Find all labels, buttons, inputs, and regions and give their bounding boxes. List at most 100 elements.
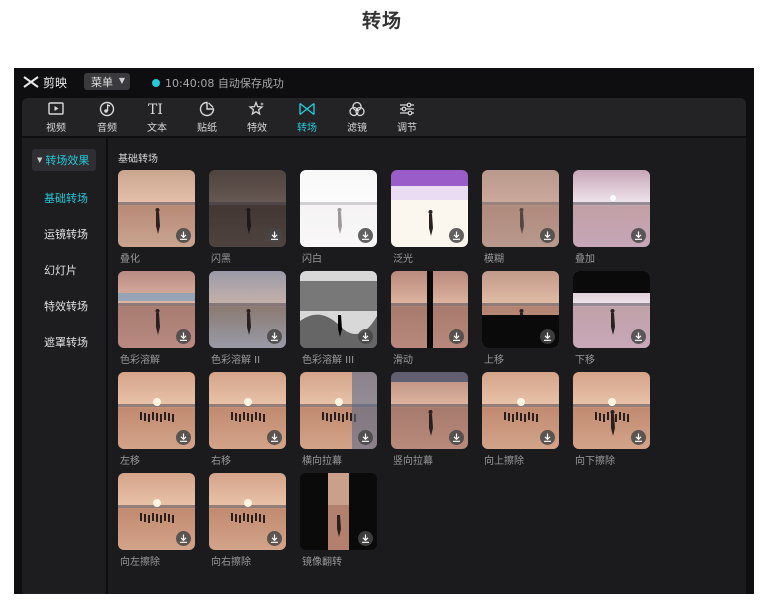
transition-card[interactable]: 下移 — [573, 271, 650, 366]
transition-card[interactable]: 色彩溶解 III — [300, 271, 377, 366]
tool-video[interactable]: 视频 — [38, 100, 74, 134]
transition-card[interactable]: 闪白 — [300, 170, 377, 265]
transition-thumbnail[interactable] — [391, 372, 468, 449]
transition-card[interactable]: 向下擦除 — [573, 372, 650, 467]
download-button[interactable] — [267, 430, 282, 445]
transition-thumbnail[interactable] — [482, 372, 559, 449]
transition-label: 色彩溶解 II — [211, 355, 261, 366]
download-icon — [362, 332, 369, 341]
transition-thumbnail[interactable] — [573, 372, 650, 449]
transition-thumbnail[interactable] — [118, 473, 195, 550]
tool-text[interactable]: TI 文本 — [139, 100, 175, 134]
transition-card[interactable]: 叠加 — [573, 170, 650, 265]
transition-card[interactable]: 滑动 — [391, 271, 468, 366]
sidebar-header-transition-effects[interactable]: ▼ 转场效果 — [32, 149, 96, 171]
transition-card[interactable]: 色彩溶解 — [118, 271, 195, 366]
transition-card[interactable]: 镜像翻转 — [300, 473, 377, 568]
transition-grid-panel: 基础转场 叠化 闪黑 闪白 泛光 模糊 叠加 色彩溶解 色彩溶解 II 色彩溶解 III 滑动 上移… — [108, 138, 746, 594]
download-button[interactable] — [540, 329, 555, 344]
download-button[interactable] — [358, 430, 373, 445]
download-icon — [544, 433, 551, 442]
download-button[interactable] — [449, 329, 464, 344]
transition-card[interactable]: 闪黑 — [209, 170, 286, 265]
transition-thumbnail[interactable] — [118, 372, 195, 449]
tool-transition[interactable]: 转场 — [289, 100, 325, 134]
transition-label: 模糊 — [484, 254, 504, 265]
transition-thumbnail[interactable] — [118, 271, 195, 348]
menu-label: 菜单 — [91, 75, 113, 89]
transition-card[interactable]: 色彩溶解 II — [209, 271, 286, 366]
download-button[interactable] — [449, 430, 464, 445]
tool-adjust[interactable]: 调节 — [389, 100, 425, 134]
sidebar-item-effects[interactable]: 特效转场 — [44, 298, 108, 314]
transition-card[interactable]: 向左擦除 — [118, 473, 195, 568]
transition-card[interactable]: 上移 — [482, 271, 559, 366]
transition-thumbnail[interactable] — [118, 170, 195, 247]
transition-card[interactable]: 向上擦除 — [482, 372, 559, 467]
transition-label: 向上擦除 — [484, 456, 524, 467]
download-button[interactable] — [540, 430, 555, 445]
text-icon: TI — [148, 102, 163, 117]
transition-card[interactable]: 横向拉幕 — [300, 372, 377, 467]
download-button[interactable] — [631, 329, 646, 344]
transition-thumbnail[interactable] — [482, 170, 559, 247]
sidebar-item-mask[interactable]: 遮罩转场 — [44, 334, 108, 350]
save-status-text: 10:40:08 自动保存成功 — [165, 77, 284, 90]
transition-thumbnail[interactable] — [573, 271, 650, 348]
download-button[interactable] — [631, 430, 646, 445]
sidebar-item-camera[interactable]: 运镜转场 — [44, 226, 108, 242]
transition-thumbnail[interactable] — [209, 473, 286, 550]
download-button[interactable] — [267, 329, 282, 344]
transition-thumbnail[interactable] — [573, 170, 650, 247]
audio-icon — [99, 101, 115, 117]
download-button[interactable] — [176, 329, 191, 344]
download-button[interactable] — [540, 228, 555, 243]
transition-thumbnail[interactable] — [209, 271, 286, 348]
transition-card[interactable]: 左移 — [118, 372, 195, 467]
transition-thumbnail[interactable] — [300, 271, 377, 348]
download-button[interactable] — [267, 531, 282, 546]
download-button[interactable] — [176, 228, 191, 243]
tool-effects[interactable]: 特效 — [239, 100, 275, 134]
download-icon — [544, 332, 551, 341]
download-icon — [180, 534, 187, 543]
download-button[interactable] — [176, 430, 191, 445]
download-button[interactable] — [176, 531, 191, 546]
sidebar-item-basic[interactable]: 基础转场 — [44, 190, 108, 206]
tool-filter[interactable]: 滤镜 — [339, 100, 375, 134]
category-sidebar: ▼ 转场效果 基础转场 运镜转场 幻灯片 特效转场 遮罩转场 — [22, 138, 106, 594]
download-button[interactable] — [358, 329, 373, 344]
download-icon — [180, 231, 187, 240]
download-button[interactable] — [267, 228, 282, 243]
download-button[interactable] — [631, 228, 646, 243]
transition-card[interactable]: 竖向拉幕 — [391, 372, 468, 467]
transition-thumbnail[interactable] — [391, 271, 468, 348]
transition-card[interactable]: 叠化 — [118, 170, 195, 265]
sidebar-item-slideshow[interactable]: 幻灯片 — [44, 262, 108, 278]
download-icon — [635, 433, 642, 442]
transition-thumbnail[interactable] — [482, 271, 559, 348]
download-button[interactable] — [358, 531, 373, 546]
transition-label: 左移 — [120, 456, 140, 467]
menu-button[interactable]: 菜单 ▼ — [84, 73, 130, 90]
tool-sticker[interactable]: 贴纸 — [189, 100, 225, 134]
download-icon — [271, 231, 278, 240]
transition-thumbnail[interactable] — [300, 372, 377, 449]
effects-icon — [248, 101, 265, 116]
transition-thumbnail[interactable] — [209, 372, 286, 449]
download-button[interactable] — [358, 228, 373, 243]
tool-audio[interactable]: 音频 — [89, 100, 125, 134]
transition-card[interactable]: 模糊 — [482, 170, 559, 265]
download-button[interactable] — [449, 228, 464, 243]
transition-thumbnail[interactable] — [391, 170, 468, 247]
transition-label: 色彩溶解 III — [302, 355, 355, 366]
transition-thumbnail[interactable] — [209, 170, 286, 247]
transition-card[interactable]: 向右擦除 — [209, 473, 286, 568]
transition-card[interactable]: 泛光 — [391, 170, 468, 265]
transition-thumbnail[interactable] — [300, 473, 377, 550]
transition-card[interactable]: 右移 — [209, 372, 286, 467]
triangle-down-icon: ▼ — [37, 156, 43, 164]
capcut-logo-icon — [23, 76, 39, 88]
transition-thumbnail[interactable] — [300, 170, 377, 247]
adjust-icon — [400, 102, 414, 116]
